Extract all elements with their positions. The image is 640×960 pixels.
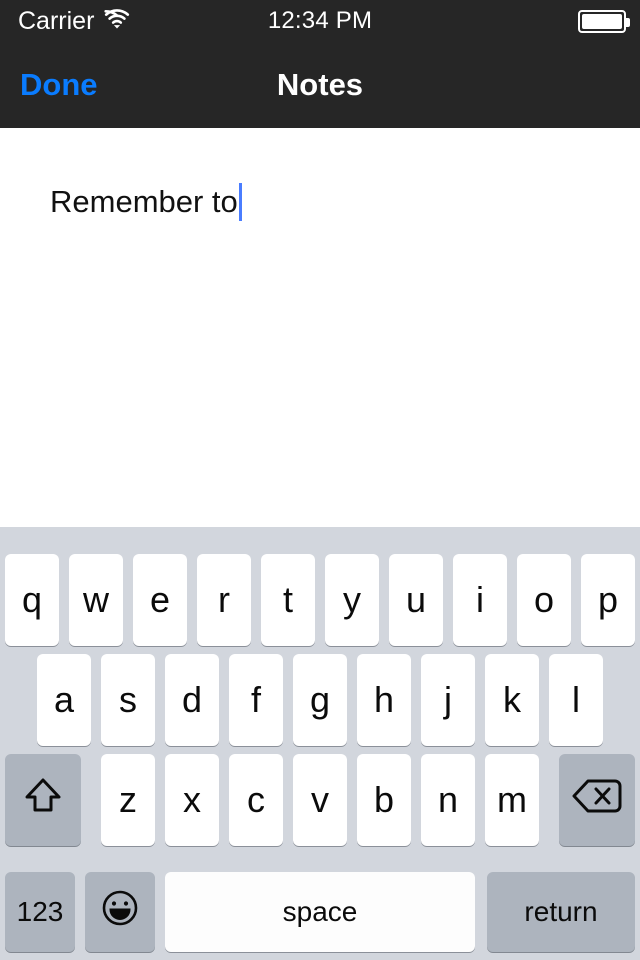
key-q[interactable]: q <box>5 554 59 646</box>
note-text-line: Remember to <box>50 183 242 221</box>
key-d[interactable]: d <box>165 654 219 746</box>
key-n[interactable]: n <box>421 754 475 846</box>
backspace-delete-icon <box>571 777 623 824</box>
battery-nub <box>626 17 630 27</box>
key-u[interactable]: u <box>389 554 443 646</box>
key-h[interactable]: h <box>357 654 411 746</box>
key-i[interactable]: i <box>453 554 507 646</box>
navigation-bar: Done Notes <box>0 42 640 128</box>
numbers-key[interactable]: 123 <box>5 872 75 952</box>
key-k[interactable]: k <box>485 654 539 746</box>
key-x[interactable]: x <box>165 754 219 846</box>
key-e[interactable]: e <box>133 554 187 646</box>
key-f[interactable]: f <box>229 654 283 746</box>
shift-key[interactable] <box>5 754 81 846</box>
key-w[interactable]: w <box>69 554 123 646</box>
note-text-value: Remember to <box>50 184 238 219</box>
key-m[interactable]: m <box>485 754 539 846</box>
on-screen-keyboard: q w e r t y u i o p a s d f g h j k l z … <box>0 527 640 960</box>
key-r[interactable]: r <box>197 554 251 646</box>
phone-screen: Carrier 12:34 PM Done Notes Remember to … <box>0 0 640 960</box>
key-o[interactable]: o <box>517 554 571 646</box>
text-cursor <box>238 183 242 221</box>
space-key[interactable]: space <box>165 872 475 952</box>
status-bar: Carrier 12:34 PM <box>0 0 640 42</box>
key-c[interactable]: c <box>229 754 283 846</box>
return-key[interactable]: return <box>487 872 635 952</box>
keyboard-row-2: a s d f g h j k l <box>0 654 640 746</box>
status-bar-right <box>578 0 630 42</box>
key-b[interactable]: b <box>357 754 411 846</box>
key-s[interactable]: s <box>101 654 155 746</box>
key-a[interactable]: a <box>37 654 91 746</box>
status-bar-clock: 12:34 PM <box>267 7 373 34</box>
battery-full-icon <box>578 9 630 33</box>
key-g[interactable]: g <box>293 654 347 746</box>
emoji-key[interactable] <box>85 872 155 952</box>
key-z[interactable]: z <box>101 754 155 846</box>
battery-fill <box>582 13 622 29</box>
smiley-face-icon <box>100 888 140 937</box>
key-t[interactable]: t <box>261 554 315 646</box>
keyboard-row-1: q w e r t y u i o p <box>0 554 640 646</box>
note-text-area[interactable]: Remember to <box>0 128 640 527</box>
key-j[interactable]: j <box>421 654 475 746</box>
key-v[interactable]: v <box>293 754 347 846</box>
keyboard-row-3: z x c v b n m <box>0 754 640 846</box>
backspace-key[interactable] <box>559 754 635 846</box>
key-p[interactable]: p <box>581 554 635 646</box>
key-l[interactable]: l <box>549 654 603 746</box>
page-title: Notes <box>276 67 364 102</box>
key-y[interactable]: y <box>325 554 379 646</box>
shift-arrow-icon <box>21 774 65 827</box>
keyboard-row-4: 123 space return <box>0 872 640 952</box>
